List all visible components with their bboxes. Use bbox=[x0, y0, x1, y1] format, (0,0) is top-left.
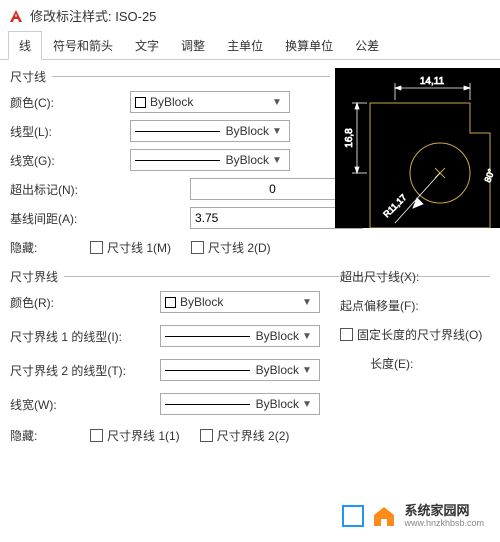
group-title-extlines: 尺寸界线 bbox=[10, 268, 58, 285]
color-swatch-icon bbox=[165, 297, 176, 308]
ext-linetype2-dropdown[interactable]: ByBlock ▼ bbox=[160, 359, 320, 381]
label-color: 颜色(C): bbox=[10, 94, 130, 111]
tab-primary[interactable]: 主单位 bbox=[216, 31, 274, 60]
chevron-down-icon: ▼ bbox=[299, 297, 315, 308]
label-ext-suppress: 隐藏: bbox=[10, 427, 70, 444]
suppress-dim2-checkbox[interactable]: 尺寸线 2(D) bbox=[191, 239, 271, 256]
group-title-dimlines: 尺寸线 bbox=[10, 68, 46, 85]
tab-symbols[interactable]: 符号和箭头 bbox=[42, 31, 124, 60]
checkbox-icon bbox=[340, 328, 353, 341]
label-ext-lineweight: 线宽(W): bbox=[10, 396, 160, 413]
watermark-title: 系统家园网 bbox=[404, 503, 484, 519]
linetype-dropdown[interactable]: ByBlock ▼ bbox=[130, 120, 290, 142]
svg-text:14,11: 14,11 bbox=[420, 76, 445, 87]
baseline-input[interactable] bbox=[190, 207, 355, 229]
chevron-down-icon: ▼ bbox=[269, 126, 285, 137]
divider bbox=[52, 76, 330, 77]
color-swatch-icon bbox=[135, 97, 146, 108]
chevron-down-icon: ▼ bbox=[299, 365, 315, 376]
line-sample-icon bbox=[165, 404, 250, 405]
extend-input[interactable] bbox=[190, 178, 355, 200]
tab-tolerance[interactable]: 公差 bbox=[344, 31, 390, 60]
label-lineweight: 线宽(G): bbox=[10, 152, 130, 169]
tab-alternate[interactable]: 换算单位 bbox=[274, 31, 344, 60]
extension-lines-group: 尺寸界线 超出尺寸线(X): 起点偏移量(F): 固定长度的尺寸界线(O) 长度… bbox=[10, 268, 490, 444]
tab-lines[interactable]: 线 bbox=[8, 31, 42, 60]
fixed-length-checkbox[interactable]: 固定长度的尺寸界线(O) bbox=[340, 326, 500, 343]
line-sample-icon bbox=[135, 160, 220, 161]
label-ext-linetype2: 尺寸界线 2 的线型(T): bbox=[10, 362, 160, 379]
ext-linetype1-dropdown[interactable]: ByBlock ▼ bbox=[160, 325, 320, 347]
checkbox-icon bbox=[90, 241, 103, 254]
lineweight-dropdown[interactable]: ByBlock ▼ bbox=[130, 149, 290, 171]
line-sample-icon bbox=[165, 336, 250, 337]
label-offset-origin: 起点偏移量(F): bbox=[340, 297, 500, 314]
watermark-url: www.hnzkhbsb.com bbox=[404, 518, 484, 529]
ext-lineweight-dropdown[interactable]: ByBlock ▼ bbox=[160, 393, 320, 415]
color-dropdown[interactable]: ByBlock ▼ bbox=[130, 91, 290, 113]
label-suppress: 隐藏: bbox=[10, 239, 70, 256]
label-ext-linetype1: 尺寸界线 1 的线型(I): bbox=[10, 328, 160, 345]
tab-bar: 线 符号和箭头 文字 调整 主单位 换算单位 公差 bbox=[0, 31, 500, 60]
extend-spinner[interactable]: ▲ ▼ bbox=[190, 178, 290, 200]
checkbox-icon bbox=[191, 241, 204, 254]
label-ext-beyond: 超出尺寸线(X): bbox=[340, 268, 500, 285]
ext-suppress1-checkbox[interactable]: 尺寸界线 1(1) bbox=[90, 427, 180, 444]
dimension-lines-group: 尺寸线 颜色(C): ByBlock ▼ 线型(L): ByBlock ▼ bbox=[10, 68, 330, 258]
label-extend: 超出标记(N): bbox=[10, 181, 130, 198]
suppress-dim1-checkbox[interactable]: 尺寸线 1(M) bbox=[90, 239, 171, 256]
dimension-preview: 14,11 16,8 R11,17 80° bbox=[335, 68, 500, 228]
ext-suppress2-checkbox[interactable]: 尺寸界线 2(2) bbox=[200, 427, 290, 444]
watermark: 系统家园网 www.hnzkhbsb.com bbox=[334, 498, 492, 534]
label-baseline: 基线间距(A): bbox=[10, 210, 130, 227]
line-sample-icon bbox=[165, 370, 250, 371]
chevron-down-icon: ▼ bbox=[269, 97, 285, 108]
watermark-box-icon bbox=[342, 505, 364, 527]
line-sample-icon bbox=[135, 131, 220, 132]
baseline-spinner[interactable]: ▲ ▼ bbox=[190, 207, 290, 229]
tab-content: 14,11 16,8 R11,17 80° 尺寸线 颜色(C): ByBlock… bbox=[0, 60, 500, 464]
title-bar: 修改标注样式: ISO-25 bbox=[0, 0, 500, 31]
tab-text[interactable]: 文字 bbox=[124, 31, 170, 60]
watermark-logo-icon bbox=[370, 502, 398, 530]
chevron-down-icon: ▼ bbox=[299, 399, 315, 410]
tab-fit[interactable]: 调整 bbox=[170, 31, 216, 60]
chevron-down-icon: ▼ bbox=[299, 331, 315, 342]
label-ext-color: 颜色(R): bbox=[10, 294, 160, 311]
autocad-icon bbox=[8, 8, 24, 24]
chevron-down-icon: ▼ bbox=[269, 155, 285, 166]
svg-text:16,8: 16,8 bbox=[344, 128, 355, 148]
label-length: 长度(E): bbox=[340, 355, 500, 372]
ext-right-column: 超出尺寸线(X): 起点偏移量(F): 固定长度的尺寸界线(O) 长度(E): bbox=[340, 268, 500, 384]
window-title: 修改标注样式: ISO-25 bbox=[30, 6, 156, 25]
label-linetype: 线型(L): bbox=[10, 123, 130, 140]
ext-color-dropdown[interactable]: ByBlock ▼ bbox=[160, 291, 320, 313]
checkbox-icon bbox=[90, 429, 103, 442]
checkbox-icon bbox=[200, 429, 213, 442]
